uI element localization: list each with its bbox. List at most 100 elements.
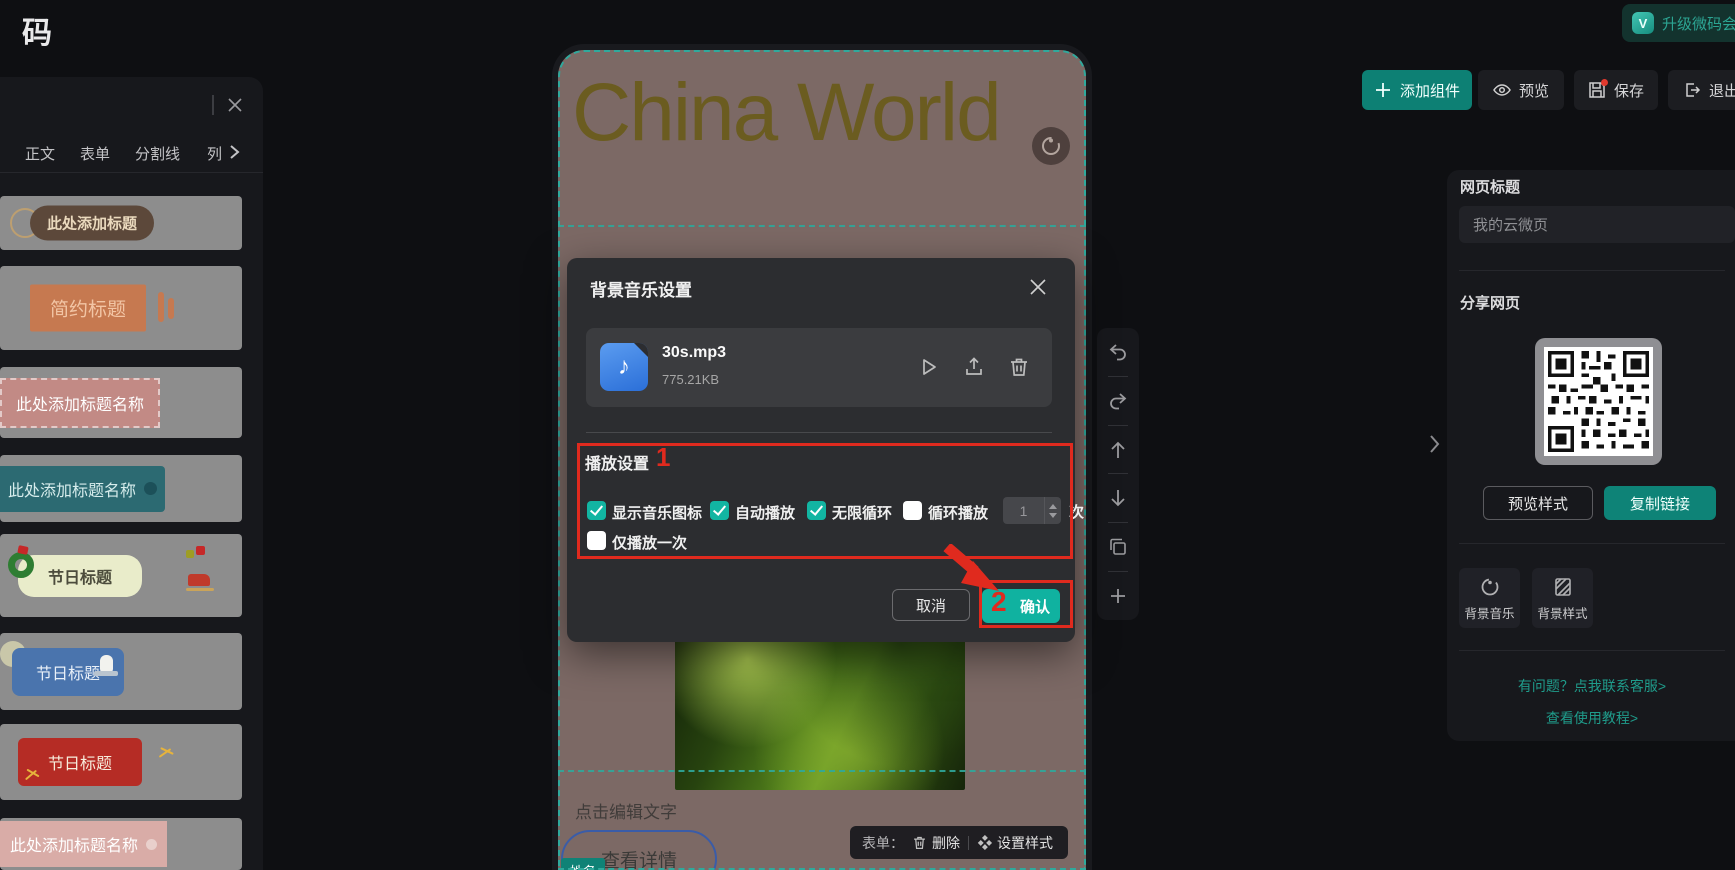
bar-decoration	[158, 292, 164, 322]
checkbox-label-autoplay: 自动播放	[735, 502, 795, 523]
plus-icon	[1374, 81, 1392, 99]
checkbox-autoplay[interactable]	[710, 501, 729, 520]
audio-file-name: 30s.mp3	[662, 344, 726, 362]
delete-label: 删除	[932, 833, 960, 853]
tab-body-text[interactable]: 正文	[25, 143, 55, 164]
gift-icon	[196, 546, 205, 555]
annotation-number-1: 1	[656, 442, 670, 473]
stepper-up-icon[interactable]	[1049, 504, 1057, 509]
trash-icon	[912, 835, 927, 850]
template-label: 节日标题	[18, 738, 142, 786]
preview-button[interactable]: 预览	[1478, 70, 1564, 110]
close-panel-icon[interactable]	[226, 96, 244, 114]
tab-form[interactable]: 表单	[80, 143, 110, 164]
redo-icon[interactable]	[1107, 390, 1129, 412]
delete-file-icon[interactable]	[1007, 355, 1031, 379]
set-style-button[interactable]: 设置样式	[977, 833, 1053, 853]
loop-count-stepper[interactable]	[1044, 497, 1061, 524]
dot-decoration	[146, 839, 157, 850]
checkbox-label-show-music-icon: 显示音乐图标	[612, 502, 702, 523]
tabs-divider-line	[0, 172, 263, 173]
template-label: 节日标题	[18, 555, 142, 597]
delete-form-button[interactable]: 删除	[912, 833, 960, 853]
checkbox-show-music-icon[interactable]	[587, 501, 606, 520]
playback-settings-title: 播放设置	[585, 450, 649, 474]
share-qr-code	[1535, 338, 1662, 465]
template-card-pink-stamp[interactable]: 此处添加标题名称	[0, 367, 242, 438]
music-disc-icon[interactable]	[1032, 127, 1070, 165]
bg-style-icon	[1552, 576, 1574, 598]
save-button[interactable]: 保存	[1574, 70, 1658, 110]
modal-divider	[586, 432, 1052, 433]
qr-code-image	[1544, 347, 1653, 456]
copy-link-button[interactable]: 复制链接	[1604, 486, 1716, 520]
loop-count-unit: 次	[1069, 501, 1084, 522]
page-title-input[interactable]	[1459, 206, 1735, 243]
bg-music-button[interactable]: 背景音乐	[1459, 568, 1520, 628]
template-card-festive-red[interactable]: 节日标题	[0, 724, 242, 800]
tab-divider[interactable]: 分割线	[135, 143, 180, 164]
template-label: 此处添加标题名称	[10, 832, 138, 856]
template-card-teal-tag[interactable]: 此处添加标题名称	[0, 455, 242, 522]
upload-icon[interactable]	[962, 355, 986, 379]
template-label: 此处添加标题	[30, 206, 154, 241]
panel-divider	[1459, 650, 1725, 651]
tab-column[interactable]: 列	[207, 143, 222, 164]
panel-divider	[1459, 270, 1725, 271]
collapse-panel-chevron-icon[interactable]	[1426, 432, 1442, 456]
canvas-page-title[interactable]: China World	[572, 66, 1072, 160]
upgrade-member-button[interactable]: V 升级微码会	[1622, 4, 1735, 42]
add-icon[interactable]	[1107, 585, 1129, 607]
toolbar-separator	[968, 836, 969, 850]
page-title-label: 网页标题	[1460, 176, 1520, 197]
modal-title: 背景音乐设置	[590, 276, 692, 301]
template-card-festive-blue[interactable]: 节日标题	[0, 633, 242, 710]
audio-file-card: ♪ 30s.mp3 775.21KB	[586, 328, 1052, 407]
duplicate-icon[interactable]	[1107, 536, 1129, 558]
audio-file-icon: ♪	[600, 343, 648, 391]
bg-music-label: 背景音乐	[1464, 603, 1514, 622]
stepper-down-icon[interactable]	[1049, 513, 1057, 518]
sleigh-icon	[188, 574, 210, 586]
template-card-salmon[interactable]: 简约标题	[0, 266, 242, 350]
editor-app: 码 V 升级微码会 添加组件 预览 保存 退出 正文 表单 分割线 列 此处添加…	[0, 0, 1735, 870]
checkbox-infinite-loop[interactable]	[807, 501, 826, 520]
template-card-festive-green[interactable]: 节日标题	[0, 534, 242, 617]
undo-icon[interactable]	[1107, 341, 1129, 363]
bg-style-button[interactable]: 背景样式	[1532, 568, 1593, 628]
move-up-icon[interactable]	[1107, 439, 1129, 461]
vip-badge-icon: V	[1632, 12, 1654, 34]
edit-toolbar	[1097, 328, 1139, 620]
section-divider-dashed	[558, 770, 1086, 772]
add-component-label: 添加组件	[1400, 80, 1460, 101]
add-component-button[interactable]: 添加组件	[1362, 70, 1472, 110]
diamonds-icon	[977, 835, 992, 850]
template-card-brown-pill[interactable]: 此处添加标题	[0, 196, 242, 250]
toolbar-separator	[1108, 376, 1128, 377]
share-page-label: 分享网页	[1460, 292, 1520, 313]
bg-style-label: 背景样式	[1537, 603, 1587, 622]
cancel-button[interactable]: 取消	[892, 589, 970, 621]
gift-icon	[186, 550, 194, 558]
loop-count-input[interactable]: 1	[1003, 497, 1061, 524]
play-icon[interactable]	[916, 355, 940, 379]
checkbox-play-once[interactable]	[587, 531, 606, 550]
contact-support-link[interactable]: 有问题？点我联系客服>	[1447, 676, 1735, 696]
eye-icon	[1493, 81, 1511, 99]
audio-file-size: 775.21KB	[662, 372, 719, 387]
tabs-more-chevron-icon[interactable]	[227, 144, 241, 160]
toolbar-separator	[1108, 522, 1128, 523]
checkbox-label-play-once: 仅播放一次	[612, 532, 687, 553]
exit-icon	[1683, 81, 1701, 99]
checkbox-loop-play[interactable]	[903, 501, 922, 520]
preview-style-button[interactable]: 预览样式	[1483, 486, 1593, 520]
checkbox-label-infinite-loop: 无限循环	[832, 502, 892, 523]
modal-close-icon[interactable]	[1027, 276, 1049, 298]
move-down-icon[interactable]	[1107, 487, 1129, 509]
exit-button[interactable]: 退出	[1668, 70, 1735, 110]
toolbar-separator	[1108, 571, 1128, 572]
edit-text-placeholder[interactable]: 点击编辑文字	[575, 798, 677, 823]
form-field-name-label[interactable]: 姓名	[561, 858, 605, 870]
tutorial-link[interactable]: 查看使用教程>	[1447, 708, 1735, 728]
template-card-pink-soft[interactable]: 此处添加标题名称	[0, 818, 242, 870]
